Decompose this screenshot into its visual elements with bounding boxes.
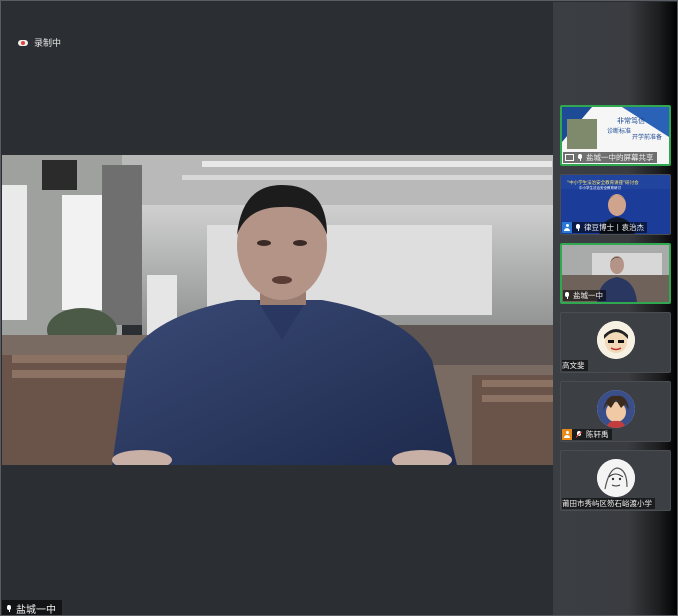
- main-video-area[interactable]: 录制中 盐城一中: [2, 2, 553, 616]
- participant-label: 盐城一中: [563, 290, 606, 301]
- slide-line-2: 诊断标准: [607, 127, 631, 135]
- participant-name: 陈轩禹: [586, 430, 609, 439]
- cartoon-avatar-icon: [597, 321, 635, 359]
- user-badge-icon: [562, 429, 572, 440]
- main-video-name: 盐城一中: [16, 604, 56, 616]
- speaker-video-frame: [2, 155, 553, 465]
- main-video: [2, 155, 553, 465]
- meeting-window: 录制中 盐城一中 非常笃信 诊断标准 开学前准备 盐城一中的屏幕共享 "中小学生…: [0, 0, 678, 616]
- participant-tile-active-speaker[interactable]: 盐城一中: [560, 243, 671, 304]
- participant-tile-avatar-3[interactable]: 莆田市秀屿区笏石峪渡小学: [560, 450, 671, 511]
- participant-label: 律豆博士丨袁治杰: [562, 222, 647, 233]
- banner-subtitle: 中小学生法治安全教育研讨: [579, 185, 621, 190]
- participant-name: 高文斐: [562, 361, 585, 370]
- participant-name: 盐城一中: [573, 291, 603, 300]
- participant-sidebar: 非常笃信 诊断标准 开学前准备 盐城一中的屏幕共享 "中小学生法治安全教育讲座"…: [553, 2, 677, 615]
- participant-avatar: [597, 321, 635, 359]
- participant-tile-avatar-2[interactable]: 陈轩禹: [560, 381, 671, 442]
- recording-label: 录制中: [34, 39, 62, 49]
- participant-label: 盐城一中的屏幕共享: [563, 152, 657, 163]
- participant-avatar: [597, 390, 635, 428]
- banner-title: "中小学生法治安全教育讲座"研讨会: [567, 179, 639, 186]
- cloud-record-icon: [18, 39, 28, 47]
- participant-label: 莆田市秀屿区笏石峪渡小学: [562, 498, 655, 509]
- microphone-icon: [565, 292, 569, 299]
- recording-indicator: 录制中: [18, 36, 61, 49]
- participant-tile-avatar-1[interactable]: 高文斐: [560, 312, 671, 373]
- microphone-icon: [576, 224, 580, 231]
- participant-label: 陈轩禹: [562, 429, 612, 440]
- user-badge-icon: [562, 222, 572, 233]
- participant-name: 莆田市秀屿区笏石峪渡小学: [562, 499, 652, 508]
- screen-share-icon: [565, 154, 574, 161]
- participant-tile-screen-share[interactable]: 非常笃信 诊断标准 开学前准备 盐城一中的屏幕共享: [560, 105, 671, 166]
- main-video-name-tag: 盐城一中: [2, 600, 62, 616]
- participant-name: 律豆博士丨袁治杰: [584, 223, 644, 232]
- microphone-icon: [7, 604, 11, 612]
- participant-avatar: [597, 459, 635, 497]
- slide-line-1: 非常笃信: [617, 116, 645, 125]
- participant-name: 盐城一中的屏幕共享: [586, 153, 654, 162]
- participant-label: 高文斐: [562, 360, 588, 371]
- muted-microphone-icon: [575, 430, 583, 439]
- anime-avatar-icon: [597, 390, 635, 428]
- slide-line-3: 开学前准备: [632, 133, 662, 141]
- sketch-avatar-icon: [597, 459, 635, 497]
- microphone-icon: [578, 154, 582, 161]
- participant-tile-lecturer[interactable]: "中小学生法治安全教育讲座"研讨会 中小学生法治安全教育研讨 律豆博士丨袁治杰: [560, 174, 671, 235]
